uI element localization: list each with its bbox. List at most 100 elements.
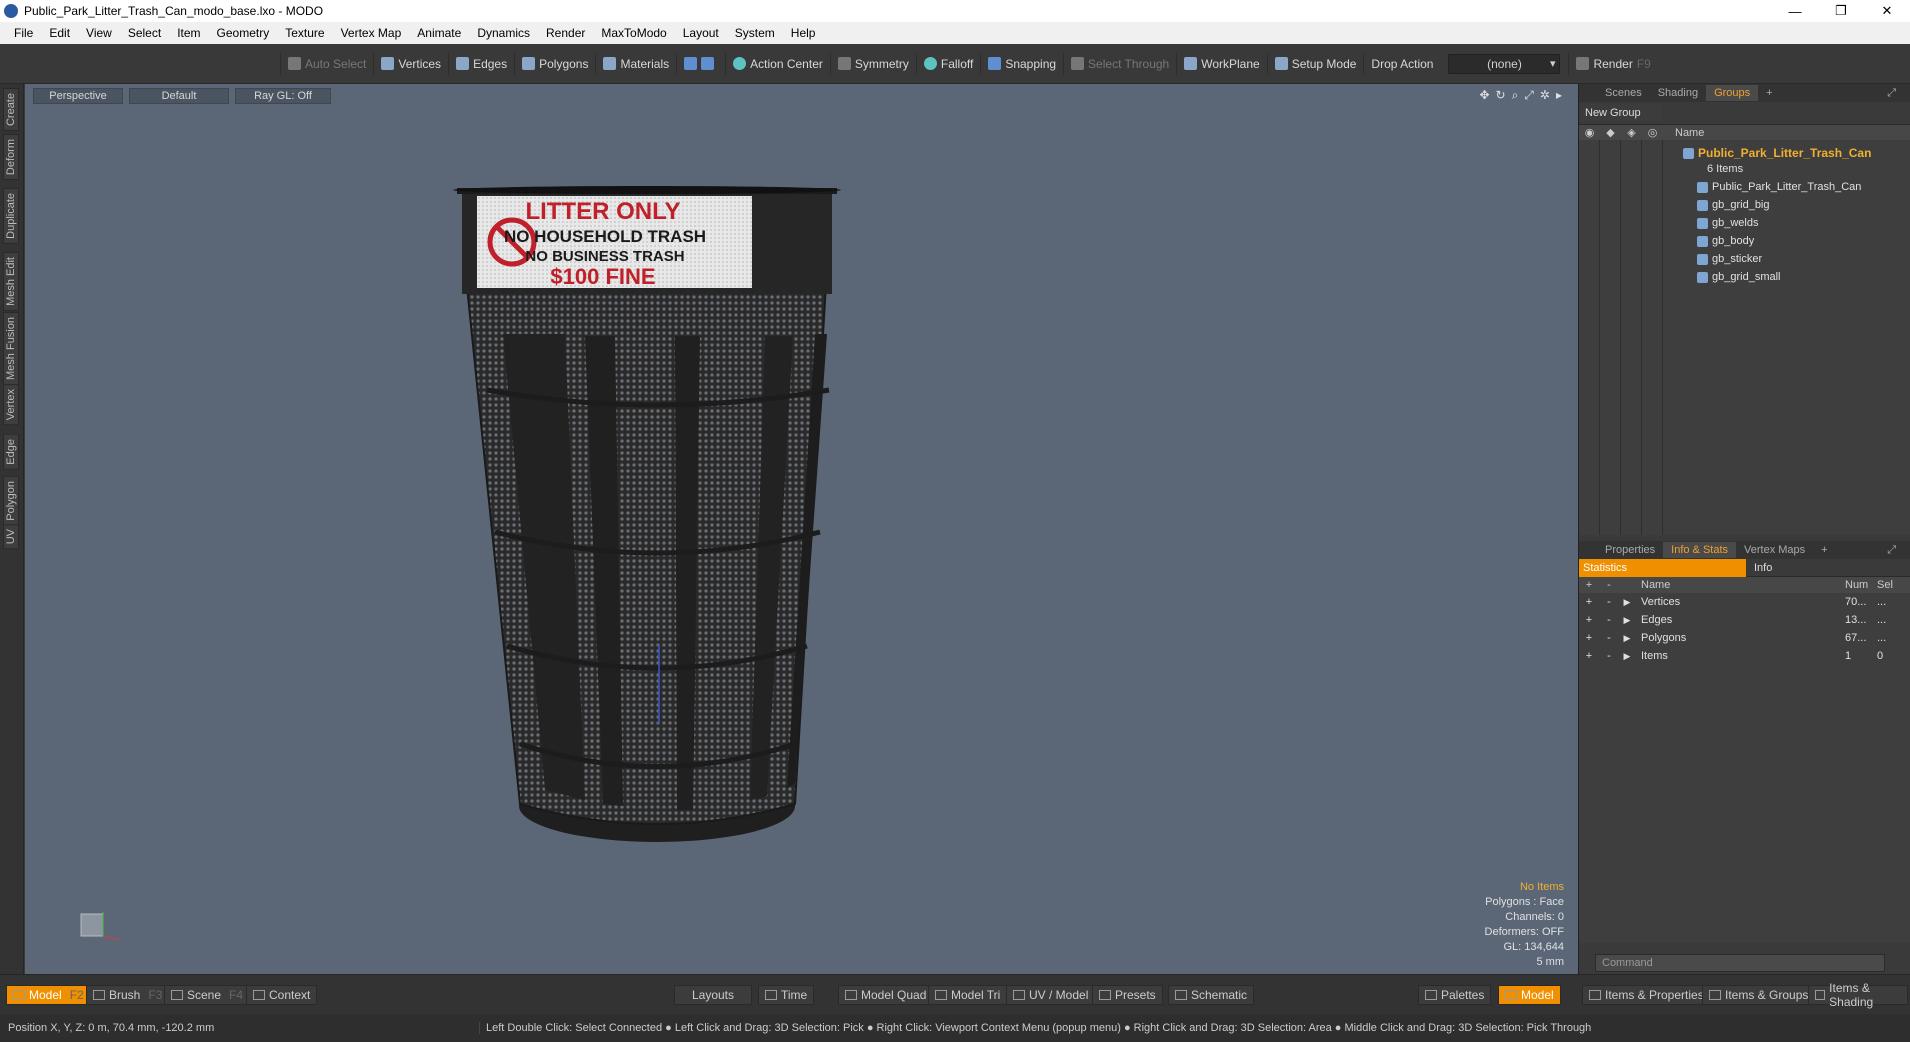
- snapping-icon: [988, 57, 1002, 70]
- info-polygons: Polygons : Face: [1485, 896, 1564, 908]
- symmetry-button[interactable]: Symmetry: [829, 52, 916, 75]
- minimize-button[interactable]: —: [1772, 0, 1818, 22]
- menu-vertex-map[interactable]: Vertex Map: [333, 26, 410, 40]
- tree-item[interactable]: gb_sticker: [1697, 250, 1762, 268]
- tab-shading[interactable]: Shading: [1650, 85, 1706, 101]
- tab-mesh-edit[interactable]: Mesh Edit: [3, 252, 19, 311]
- menu-system[interactable]: System: [727, 26, 783, 40]
- edges-button[interactable]: Edges: [448, 52, 514, 75]
- tab-vertex[interactable]: Vertex: [3, 384, 19, 426]
- action-center-icon: [733, 57, 747, 70]
- action-center-button[interactable]: Action Center: [725, 52, 830, 75]
- render-button[interactable]: Render F9: [1568, 52, 1657, 75]
- menu-geometry[interactable]: Geometry: [209, 26, 278, 40]
- menu-animate[interactable]: Animate: [409, 26, 469, 40]
- context-button[interactable]: Context: [246, 985, 318, 1005]
- model-layout-button[interactable]: Model: [1498, 985, 1561, 1005]
- info-tab[interactable]: Info: [1746, 562, 1772, 574]
- expand-icon[interactable]: ⤢: [1879, 542, 1904, 559]
- tree-item[interactable]: gb_grid_small: [1697, 268, 1780, 286]
- menu-item[interactable]: Item: [169, 26, 208, 40]
- setup-mode-button[interactable]: Setup Mode: [1266, 52, 1364, 75]
- menu-layout[interactable]: Layout: [675, 26, 727, 40]
- workplane-button[interactable]: WorkPlane: [1176, 52, 1266, 75]
- model-mode-button[interactable]: Model F2: [6, 985, 91, 1005]
- command-input[interactable]: Command: [1595, 954, 1885, 972]
- schematic-button[interactable]: Schematic: [1168, 985, 1255, 1005]
- menu-select[interactable]: Select: [120, 26, 169, 40]
- tab-duplicate[interactable]: Duplicate: [3, 188, 19, 244]
- snapping-button[interactable]: Snapping: [980, 52, 1063, 75]
- viewport-info: No Items Polygons : Face Channels: 0 Def…: [1485, 880, 1564, 970]
- restore-button[interactable]: ❐: [1818, 0, 1864, 22]
- items-groups-button[interactable]: Items & Groups: [1702, 985, 1816, 1005]
- menu-help[interactable]: Help: [783, 26, 824, 40]
- model-quad-button[interactable]: Model Quad: [838, 985, 934, 1005]
- expand-arrow-icon: ▶: [1623, 596, 1631, 607]
- palettes-button[interactable]: Palettes: [1418, 985, 1492, 1005]
- groups-tree: Public_Park_Litter_Trash_Can 6 Items Pub…: [1579, 140, 1910, 535]
- stats-row-polygons[interactable]: + - ▶ Polygons 67......: [1579, 629, 1910, 647]
- menu-maxtomodo[interactable]: MaxToModo: [593, 26, 674, 40]
- brush-mode-button[interactable]: Brush F3: [86, 985, 170, 1005]
- tab-scenes[interactable]: Scenes: [1597, 85, 1650, 101]
- stats-name-header: Name: [1641, 579, 1671, 591]
- close-button[interactable]: ✕: [1864, 0, 1910, 22]
- model-tri-button[interactable]: Model Tri: [928, 985, 1008, 1005]
- tab-properties[interactable]: Properties: [1597, 542, 1663, 558]
- trash-can-model: LITTER ONLY NO HOUSEHOLD TRASH NO BUSINE…: [453, 186, 841, 842]
- layouts-button[interactable]: Layouts: [674, 985, 752, 1005]
- info-selected-items: No Items: [1519, 881, 1564, 893]
- mesh-icon: [1697, 217, 1708, 229]
- tab-polygon[interactable]: Polygon: [3, 476, 19, 526]
- drop-action-select[interactable]: (none): [1448, 53, 1561, 74]
- tab-deform[interactable]: Deform: [3, 134, 19, 181]
- add-tab-button[interactable]: +: [1758, 85, 1780, 101]
- tree-item[interactable]: gb_welds: [1697, 214, 1758, 232]
- stats-row-items[interactable]: + - ▶ Items 1 0: [1579, 647, 1910, 665]
- 3d-viewport[interactable]: Perspective Default Ray GL: Off ✥ ↻ ⌕ ⤢ …: [25, 84, 1578, 974]
- select-through-button[interactable]: Select Through: [1063, 52, 1176, 75]
- tab-vertex-maps[interactable]: Vertex Maps: [1736, 542, 1813, 558]
- stats-row-vertices[interactable]: + - ▶ Vertices 70......: [1579, 593, 1910, 611]
- tab-info-stats[interactable]: Info & Stats: [1663, 542, 1737, 558]
- stats-row-edges[interactable]: + - ▶ Edges 13......: [1579, 611, 1910, 629]
- menu-edit[interactable]: Edit: [41, 26, 78, 40]
- polygons-button[interactable]: Polygons: [514, 52, 595, 75]
- expand-icon[interactable]: ⤢: [1879, 85, 1904, 102]
- falloff-button[interactable]: Falloff: [915, 52, 980, 75]
- tree-root-count: 6 Items: [1707, 163, 1744, 175]
- menu-view[interactable]: View: [78, 26, 120, 40]
- tab-create[interactable]: Create: [3, 88, 19, 132]
- tree-item[interactable]: Public_Park_Litter_Trash_Can: [1697, 178, 1861, 196]
- presets-button[interactable]: Presets: [1092, 985, 1163, 1005]
- tab-mesh-fusion[interactable]: Mesh Fusion: [3, 312, 19, 385]
- new-group-button[interactable]: New Group: [1581, 104, 1661, 122]
- remove-icon: -: [1607, 596, 1611, 608]
- auto-select-button[interactable]: Auto Select: [280, 52, 373, 75]
- tab-edge[interactable]: Edge: [3, 434, 19, 470]
- expand-arrow-icon: ▶: [1623, 614, 1631, 625]
- main-toolbar: Auto Select Vertices Edges Polygons Mate…: [0, 44, 1910, 84]
- select-icon: ◈: [1627, 127, 1636, 139]
- add-tab-button[interactable]: +: [1813, 542, 1835, 558]
- status-bar: Position X, Y, Z: 0 m, 70.4 mm, -120.2 m…: [0, 1014, 1910, 1042]
- tab-groups[interactable]: Groups: [1706, 85, 1759, 101]
- tab-uv[interactable]: UV: [3, 524, 19, 550]
- uv-model-button[interactable]: UV / Model: [1006, 985, 1096, 1005]
- items-properties-button[interactable]: Items & Properties: [1582, 985, 1711, 1005]
- scene-mode-button[interactable]: Scene F4: [164, 985, 251, 1005]
- menu-texture[interactable]: Texture: [277, 26, 332, 40]
- materials-button[interactable]: Materials: [595, 52, 676, 75]
- menu-dynamics[interactable]: Dynamics: [469, 26, 538, 40]
- items-shading-button[interactable]: Items & Shading: [1808, 981, 1908, 1009]
- mesh-icon: [1697, 253, 1708, 265]
- time-button[interactable]: Time: [758, 985, 815, 1005]
- tree-item[interactable]: gb_body: [1697, 232, 1754, 250]
- menu-file[interactable]: File: [6, 26, 41, 40]
- selection-sets-button[interactable]: [676, 52, 725, 75]
- vertices-button[interactable]: Vertices: [373, 52, 448, 75]
- statistics-tab[interactable]: Statistics: [1579, 558, 1746, 577]
- menu-render[interactable]: Render: [538, 26, 593, 40]
- tree-item[interactable]: gb_grid_big: [1697, 196, 1770, 214]
